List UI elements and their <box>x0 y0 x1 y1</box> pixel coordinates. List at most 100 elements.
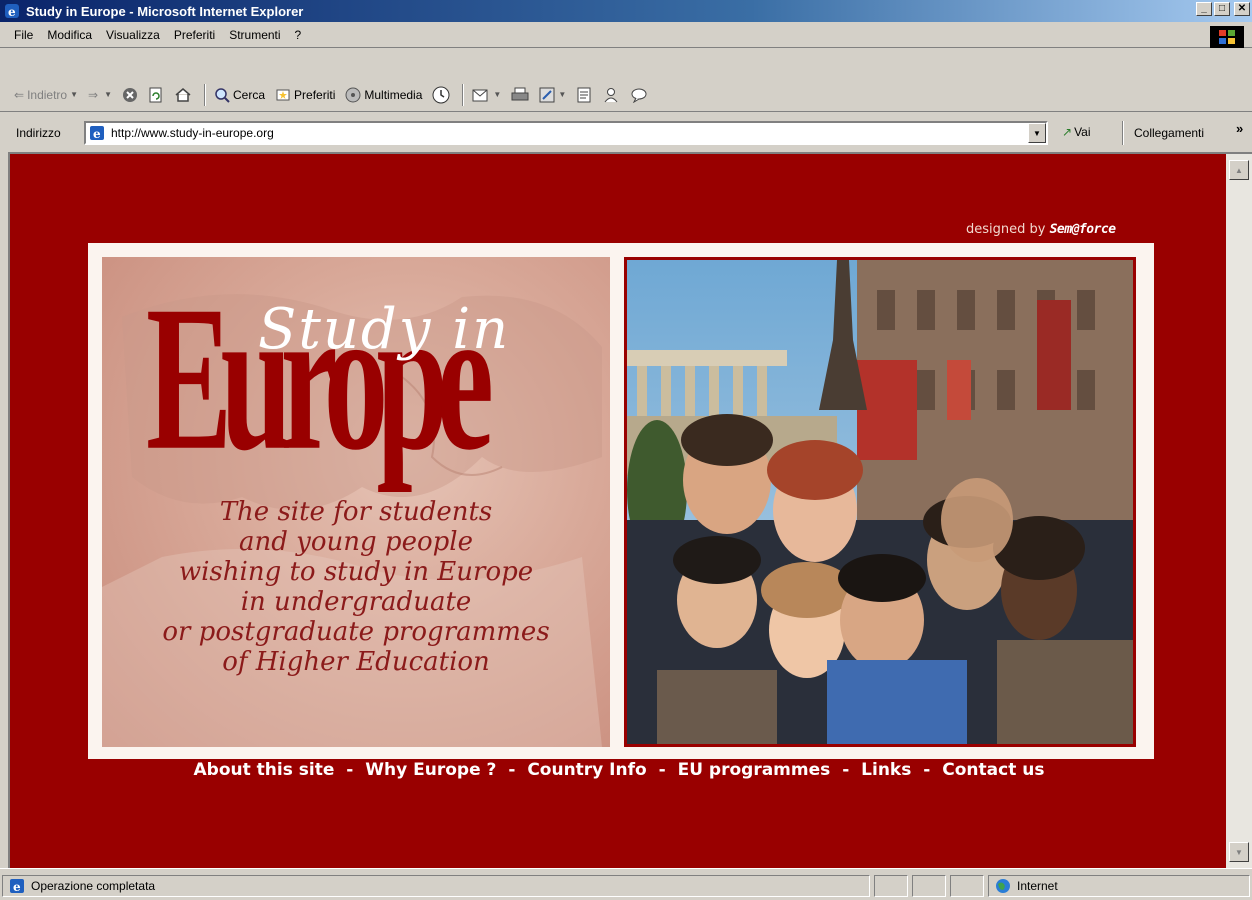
favorites-button[interactable]: Preferiti <box>275 87 335 103</box>
toolbar-separator <box>204 83 206 106</box>
stop-button[interactable] <box>122 87 138 103</box>
ie-logo-icon: e <box>5 4 19 19</box>
speech-bubble-icon <box>631 88 647 103</box>
back-label: Indietro <box>27 87 68 102</box>
address-url: http://www.study-in-europe.org <box>111 126 274 140</box>
mail-dropdown-icon[interactable]: ▼ <box>493 90 501 99</box>
discuss-icon <box>577 87 591 102</box>
standard-toolbar: ⇐ Indietro ▼ ⇒ ▼ Cerca Preferiti Multime… <box>0 78 1252 112</box>
status-bar: e Operazione completata Internet <box>0 868 1252 900</box>
security-zone-panel: Internet <box>988 875 1250 897</box>
menu-file[interactable]: File <box>14 28 33 42</box>
menu-strumenti[interactable]: Strumenti <box>229 28 280 42</box>
refresh-icon <box>149 87 162 102</box>
nav-about[interactable]: About this site <box>194 760 335 780</box>
nav-separator: - <box>658 760 666 780</box>
favorites-icon <box>276 89 290 100</box>
forward-dropdown-icon[interactable]: ▼ <box>104 90 112 99</box>
menu-preferiti[interactable]: Preferiti <box>174 28 215 42</box>
media-label: Multimedia <box>364 87 423 102</box>
edit-icon <box>539 87 555 102</box>
back-dropdown-icon[interactable]: ▼ <box>70 90 78 99</box>
media-button[interactable]: Multimedia <box>345 87 422 103</box>
tagline-line: The site for students <box>219 497 493 527</box>
history-icon <box>432 86 450 103</box>
search-button[interactable]: Cerca <box>214 87 265 103</box>
nav-why-europe[interactable]: Why Europe ? <box>365 760 496 780</box>
ie-page-icon: e <box>10 879 24 894</box>
close-button[interactable]: ✕ <box>1234 2 1250 16</box>
status-cell <box>912 875 946 897</box>
home-button[interactable] <box>174 87 192 103</box>
status-message-panel: e Operazione completata <box>2 875 870 897</box>
main-navigation: About this site - Why Europe ? - Country… <box>10 760 1226 780</box>
mail-button[interactable]: ▼ <box>472 87 501 103</box>
globe-icon <box>996 879 1010 893</box>
address-input[interactable]: e http://www.study-in-europe.org ▼ <box>84 121 1048 145</box>
scroll-down-button[interactable]: ▼ <box>1229 842 1249 862</box>
address-dropdown-button[interactable]: ▼ <box>1028 123 1046 143</box>
edit-dropdown-icon[interactable]: ▼ <box>558 90 566 99</box>
go-arrow-icon: ↗ <box>1062 125 1073 139</box>
nav-separator: - <box>508 760 516 780</box>
address-label: Indirizzo <box>16 126 61 140</box>
print-button[interactable] <box>511 87 529 103</box>
menu-bar: File Modifica Visualizza Preferiti Strum… <box>0 22 1252 48</box>
messenger-button[interactable] <box>602 87 620 103</box>
designer-brand: Sem@force <box>1049 222 1116 237</box>
print-icon <box>511 87 529 100</box>
nav-country-info[interactable]: Country Info <box>527 760 646 780</box>
vertical-scrollbar[interactable]: ▲ ▼ <box>1226 152 1252 868</box>
links-chevron[interactable]: » <box>1236 121 1243 136</box>
status-cell <box>874 875 908 897</box>
links-label[interactable]: Collegamenti <box>1134 126 1204 140</box>
nav-eu-programmes[interactable]: EU programmes <box>678 760 831 780</box>
window-title: Study in Europe - Microsoft Internet Exp… <box>26 3 304 19</box>
windows-logo-icon <box>1210 26 1244 48</box>
nav-separator: - <box>923 760 931 780</box>
maximize-button[interactable]: □ <box>1214 2 1230 16</box>
headline-study-in: Study in <box>258 297 511 362</box>
edit-button[interactable]: ▼ <box>539 87 566 103</box>
tagline-line: wishing to study in Europe <box>178 557 534 587</box>
messenger-icon <box>604 87 618 102</box>
minimize-button[interactable]: _ <box>1196 2 1212 16</box>
go-button[interactable]: ↗ Vai <box>1062 125 1091 139</box>
tagline-line: in undergraduate <box>240 587 472 617</box>
back-button[interactable]: ⇐ Indietro ▼ <box>14 88 78 102</box>
nav-contact[interactable]: Contact us <box>942 760 1044 780</box>
stop-icon <box>123 87 137 102</box>
nav-links[interactable]: Links <box>861 760 911 780</box>
history-button[interactable] <box>432 86 450 104</box>
refresh-button[interactable] <box>148 87 164 103</box>
menu-modifica[interactable]: Modifica <box>47 28 92 42</box>
search-label: Cerca <box>233 87 266 102</box>
nav-separator: - <box>346 760 354 780</box>
home-icon <box>175 87 191 102</box>
discuss-button[interactable] <box>576 87 592 103</box>
go-label: Vai <box>1074 125 1091 139</box>
students-photo <box>624 257 1136 747</box>
favorites-label: Preferiti <box>294 87 336 102</box>
address-bar: Indirizzo e http://www.study-in-europe.o… <box>0 117 1252 149</box>
mail-icon <box>472 89 488 101</box>
svg-text:e: e <box>13 880 21 894</box>
page-viewport: designed by Sem@force Europe Study in Th… <box>8 152 1226 868</box>
forward-button[interactable]: ⇒ ▼ <box>88 88 112 102</box>
window-controls: _ □ ✕ <box>1196 2 1250 16</box>
back-arrow-icon: ⇐ <box>14 87 25 102</box>
svg-text:e: e <box>8 5 16 19</box>
search-icon <box>215 87 230 103</box>
menu-help[interactable]: ? <box>295 28 302 42</box>
ie-page-icon: e <box>90 126 104 141</box>
menu-visualizza[interactable]: Visualizza <box>106 28 160 42</box>
scroll-up-button[interactable]: ▲ <box>1229 160 1249 180</box>
status-cell <box>950 875 984 897</box>
designed-by-credit[interactable]: designed by Sem@force <box>966 222 1116 237</box>
research-button[interactable] <box>630 87 648 103</box>
zone-text: Internet <box>1017 879 1058 893</box>
tagline-line: or postgraduate programmes <box>162 617 550 647</box>
forward-arrow-icon: ⇒ <box>88 87 99 102</box>
toolbar-separator <box>462 83 465 106</box>
status-text: Operazione completata <box>31 879 156 893</box>
